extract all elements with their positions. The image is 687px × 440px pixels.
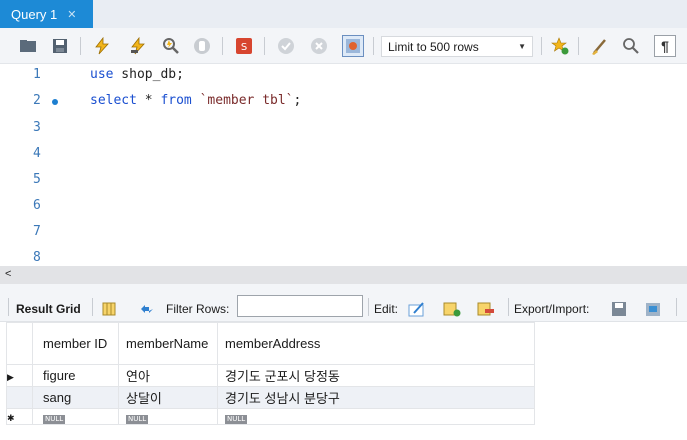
editor-line: 8 [0, 250, 687, 266]
editor-line: 6 [0, 198, 687, 224]
toolbar-separator [541, 37, 542, 55]
null-cell[interactable]: NULL [217, 408, 535, 425]
limit-rows-value: Limit to 500 rows [388, 39, 479, 54]
find-icon[interactable] [620, 35, 642, 57]
table-cell[interactable]: sang [32, 386, 119, 409]
toolbar-separator [92, 298, 93, 316]
toolbar-separator [578, 37, 579, 55]
scroll-left-icon[interactable]: < [5, 268, 11, 280]
table-header-row: member ID memberName memberAddress [6, 322, 535, 365]
line-number: 3 [33, 120, 41, 135]
toggle-limit-icon[interactable] [342, 35, 364, 57]
line-number: 5 [33, 172, 41, 187]
insert-row-icon[interactable] [441, 298, 463, 320]
null-cell[interactable]: NULL [118, 408, 218, 425]
table-cell[interactable]: 경기도 성남시 분당구 [217, 386, 535, 409]
limit-rows-select[interactable]: Limit to 500 rows ▼ [381, 36, 533, 57]
null-badge: NULL [126, 415, 149, 424]
line-number: 6 [33, 198, 41, 213]
result-grid-toolbar: Result Grid Filter Rows: Edit: Export/Im… [0, 284, 687, 322]
editor-line: 4 [0, 146, 687, 172]
line-number: 4 [33, 146, 41, 161]
editor-line: 7 [0, 224, 687, 250]
delete-row-icon[interactable] [475, 298, 497, 320]
beautify-icon[interactable] [589, 35, 611, 57]
table-cell[interactable]: 상달이 [118, 386, 218, 409]
edit-label: Edit: [374, 302, 399, 316]
toolbar-separator [80, 37, 81, 55]
table-cell[interactable]: 연아 [118, 364, 218, 387]
sql-editor-toolbar: S Limit to 500 rows ▼ ¶ [0, 28, 687, 64]
line-code: select * from `member tbl`; [90, 93, 302, 108]
editor-horizontal-scrollbar[interactable]: < [0, 266, 687, 284]
result-table: member ID memberName memberAddress ▶ fig… [6, 322, 535, 425]
null-cell[interactable]: NULL [32, 408, 119, 425]
table-cell[interactable]: figure [32, 364, 119, 387]
line-number: 8 [33, 250, 41, 265]
editor-line: 1 use shop_db; [0, 67, 687, 93]
toolbar-separator [222, 37, 223, 55]
result-grid-label[interactable]: Result Grid [16, 302, 81, 316]
chevron-down-icon: ▼ [518, 42, 526, 51]
null-badge: NULL [43, 415, 66, 424]
result-grid: member ID memberName memberAddress ▶ fig… [0, 322, 687, 440]
row-marker [6, 386, 33, 409]
column-header[interactable]: member ID [32, 322, 119, 365]
line-code: use shop_db; [90, 67, 184, 82]
export-import-label: Export/Import: [514, 302, 590, 316]
new-row-icon: ✱ [6, 408, 33, 425]
bookmark-icon[interactable] [549, 35, 571, 57]
query-tab-bar: Query 1 ✕ [0, 0, 687, 28]
toolbar-separator [368, 298, 369, 316]
editor-line: 3 [0, 120, 687, 146]
toolbar-separator [676, 298, 677, 316]
svg-text:S: S [241, 42, 247, 53]
row-marker-header [6, 322, 33, 365]
null-badge: NULL [225, 415, 248, 424]
line-number: 2 [33, 93, 41, 108]
table-row[interactable]: ▶ figure 연아 경기도 군포시 당정동 [6, 364, 535, 387]
column-header[interactable]: memberName [118, 322, 218, 365]
invisibles-icon[interactable]: ¶ [654, 35, 676, 57]
edit-row-icon[interactable] [406, 298, 428, 320]
commit-icon[interactable] [275, 35, 297, 57]
toolbar-separator [373, 37, 374, 55]
folder-icon[interactable] [17, 35, 39, 57]
stop-icon[interactable] [191, 35, 213, 57]
sql-editor[interactable]: 1 use shop_db; 2 select * from `member t… [0, 64, 687, 266]
line-number: 7 [33, 224, 41, 239]
explain-icon[interactable] [160, 35, 182, 57]
filter-rows-input[interactable] [237, 295, 363, 317]
current-row-icon: ▶ [6, 364, 33, 387]
tab-query-1[interactable]: Query 1 ✕ [0, 0, 93, 28]
line-number: 1 [33, 67, 41, 82]
toolbar-separator [508, 298, 509, 316]
column-header[interactable]: memberAddress [217, 322, 535, 365]
toggle-autocommit-icon[interactable]: S [233, 35, 255, 57]
table-cell[interactable]: 경기도 군포시 당정동 [217, 364, 535, 387]
execute-icon[interactable] [91, 35, 113, 57]
statement-marker-icon [52, 99, 58, 105]
execute-current-icon[interactable] [127, 35, 149, 57]
grid-layout-icon[interactable] [98, 298, 120, 320]
refresh-icon[interactable] [136, 298, 158, 320]
tab-title: Query 1 [11, 6, 58, 22]
toolbar-separator [8, 298, 9, 316]
table-row[interactable]: sang 상달이 경기도 성남시 분당구 [6, 386, 535, 409]
save-icon[interactable] [49, 35, 71, 57]
editor-line: 2 select * from `member tbl`; [0, 93, 687, 119]
close-icon[interactable]: ✕ [67, 8, 76, 21]
new-row[interactable]: ✱ NULL NULL NULL [6, 408, 535, 425]
editor-line: 5 [0, 172, 687, 198]
import-icon[interactable] [642, 298, 664, 320]
export-icon[interactable] [608, 298, 630, 320]
filter-rows-label: Filter Rows: [166, 302, 230, 316]
toolbar-separator [264, 37, 265, 55]
rollback-icon[interactable] [308, 35, 330, 57]
